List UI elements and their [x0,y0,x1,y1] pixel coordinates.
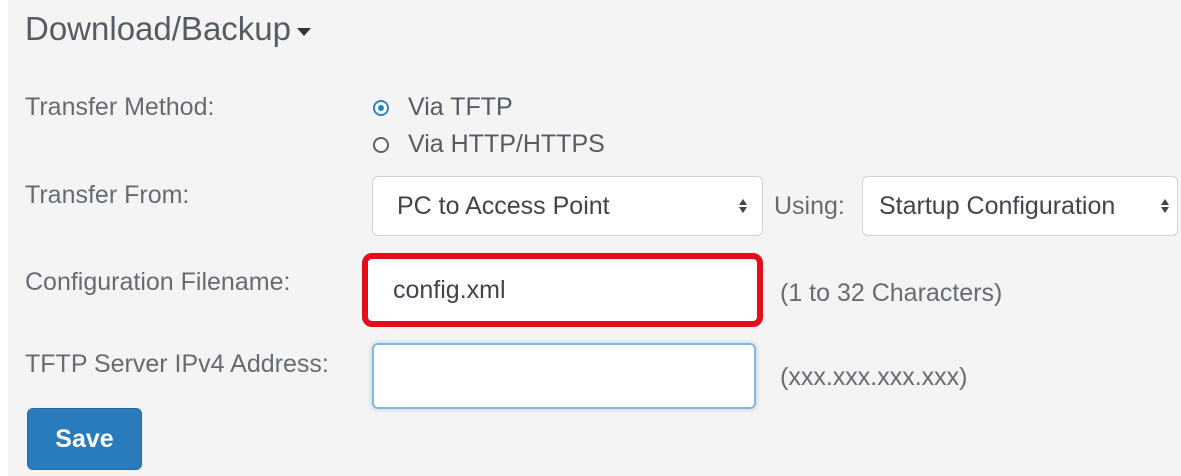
section-title: Download/Backup [25,10,291,47]
tftp-server-label: TFTP Server IPv4 Address: [25,350,329,378]
transfer-from-label: Transfer From: [25,181,190,209]
caret-down-icon [297,28,311,36]
radio-checked-icon[interactable] [373,99,389,116]
using-value: Startup Configuration [879,191,1116,220]
radio-via-http-https[interactable]: Via HTTP/HTTPS [373,130,605,159]
config-filename-input[interactable] [362,253,763,327]
select-arrows-icon [1161,199,1169,213]
transfer-from-value: PC to Access Point [397,191,610,220]
using-label: Using: [774,192,845,220]
using-select[interactable]: Startup Configuration [862,176,1178,236]
save-button[interactable]: Save [27,408,142,470]
section-toggle[interactable]: Download/Backup [25,10,311,48]
transfer-from-select[interactable]: PC to Access Point [372,176,763,236]
config-filename-hint: (1 to 32 Characters) [780,279,1003,307]
download-backup-panel: Download/Backup Transfer Method: Via TFT… [8,0,1181,476]
transfer-method-label: Transfer Method: [25,93,215,121]
radio-via-tftp-label: Via TFTP [408,93,513,121]
radio-via-http-https-label: Via HTTP/HTTPS [408,130,605,158]
radio-via-tftp[interactable]: Via TFTP [373,93,513,122]
radio-unchecked-icon[interactable] [373,136,389,153]
tftp-server-input[interactable] [372,343,756,409]
tftp-server-hint: (xxx.xxx.xxx.xxx) [780,363,968,391]
select-arrows-icon [739,199,747,213]
config-filename-label: Configuration Filename: [25,268,291,296]
